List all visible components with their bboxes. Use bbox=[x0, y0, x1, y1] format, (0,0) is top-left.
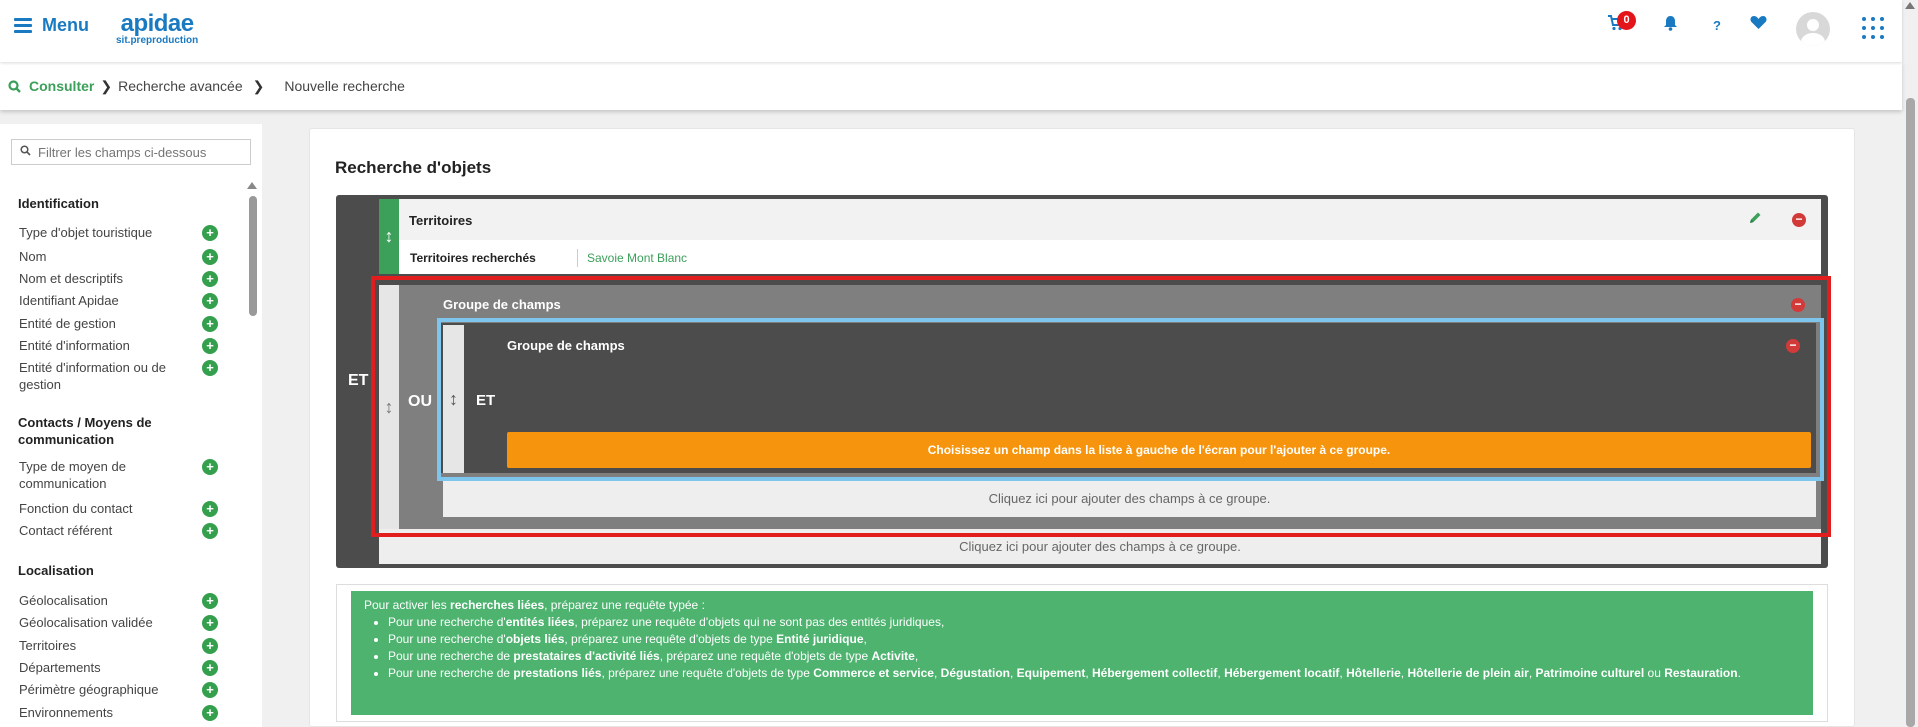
sidebar-item[interactable]: Territoires bbox=[19, 637, 189, 654]
sidebar-item[interactable]: Géolocalisation validée bbox=[19, 614, 189, 631]
page-scrollbar-thumb[interactable] bbox=[1906, 98, 1915, 727]
add-field-plus-icon[interactable]: + bbox=[202, 225, 218, 241]
add-field-plus-icon[interactable]: + bbox=[202, 293, 218, 309]
field-sidebar: Identification Type d'objet touristique + N… bbox=[0, 124, 262, 727]
filter-input[interactable] bbox=[38, 144, 238, 160]
sidebar-item[interactable]: Type de moyen de communication bbox=[19, 458, 189, 492]
scroll-up-arrow[interactable] bbox=[247, 182, 257, 189]
add-field-plus-icon[interactable]: + bbox=[202, 593, 218, 609]
sidebar-section-title: Identification bbox=[18, 196, 99, 211]
sidebar-item[interactable]: Nom bbox=[19, 248, 189, 265]
sidebar-item[interactable]: Entité d'information bbox=[19, 337, 189, 354]
sidebar-item[interactable]: Contact référent bbox=[19, 522, 189, 539]
apps-grid-icon[interactable] bbox=[1862, 17, 1884, 39]
add-field-plus-icon[interactable]: + bbox=[202, 316, 218, 332]
sidebar-item[interactable]: Environnements bbox=[19, 704, 189, 721]
remove-et-group-button[interactable]: − bbox=[1786, 339, 1800, 353]
apidae-logo[interactable]: apidae sit.preproduction bbox=[116, 12, 198, 46]
sidebar-item[interactable]: Fonction du contact bbox=[19, 500, 189, 517]
pencil-icon[interactable] bbox=[1748, 211, 1762, 229]
breadcrumb: Consulter ❯ Recherche avancée ❯ Nouvelle… bbox=[0, 62, 1902, 110]
divider bbox=[577, 249, 578, 267]
add-field-plus-icon[interactable]: + bbox=[202, 638, 218, 654]
drag-handle-icon[interactable]: ↕ bbox=[379, 285, 399, 529]
menu-label: Menu bbox=[42, 15, 89, 35]
root-operator[interactable]: ET bbox=[348, 372, 368, 390]
bell-icon[interactable] bbox=[1663, 15, 1678, 36]
add-field-plus-icon[interactable]: + bbox=[202, 523, 218, 539]
list-item: Pour une recherche d'entités liées, prép… bbox=[388, 614, 1800, 631]
cart-count-badge: 0 bbox=[1617, 11, 1636, 30]
add-fields-button[interactable]: Cliquez ici pour ajouter des champs à ce… bbox=[443, 481, 1816, 517]
search-icon bbox=[8, 79, 21, 93]
add-field-plus-icon[interactable]: + bbox=[202, 501, 218, 517]
page-title: Recherche d'objets bbox=[335, 158, 492, 177]
drag-handle-icon[interactable]: ↕ bbox=[379, 199, 399, 274]
drag-handle-icon[interactable]: ↕ bbox=[443, 325, 464, 473]
sidebar-item[interactable]: Périmètre géographique bbox=[19, 681, 189, 698]
et-group-title: Groupe de champs bbox=[507, 338, 625, 353]
sidebar-item[interactable]: Géolocalisation bbox=[19, 592, 189, 609]
sidebar-item[interactable]: Nom et descriptifs bbox=[19, 270, 189, 287]
info-intro: Pour activer les recherches liées, prépa… bbox=[364, 598, 705, 612]
sidebar-item[interactable]: Entité d'information ou de gestion bbox=[19, 359, 189, 393]
search-icon bbox=[12, 145, 38, 159]
territoires-title: Territoires bbox=[409, 213, 473, 228]
sidebar-item[interactable]: Identifiant Apidae bbox=[19, 292, 189, 309]
ou-operator[interactable]: OU bbox=[408, 393, 432, 411]
menu-button[interactable]: Menu bbox=[14, 15, 89, 36]
remove-ou-group-button[interactable]: − bbox=[1791, 298, 1805, 312]
list-item: Pour une recherche de prestataires d'act… bbox=[388, 648, 1800, 665]
add-field-plus-icon[interactable]: + bbox=[202, 360, 218, 376]
breadcrumb-current: Nouvelle recherche bbox=[284, 78, 405, 94]
add-field-plus-icon[interactable]: + bbox=[202, 660, 218, 676]
sidebar-scrollbar[interactable] bbox=[249, 196, 257, 316]
remove-territoires-button[interactable]: − bbox=[1792, 213, 1806, 227]
list-item: Pour une recherche de prestations liés, … bbox=[388, 665, 1800, 682]
ou-group-title: Groupe de champs bbox=[443, 297, 561, 312]
sidebar-item[interactable]: Départements bbox=[19, 659, 189, 676]
filter-field[interactable] bbox=[11, 139, 251, 165]
add-field-plus-icon[interactable]: + bbox=[202, 249, 218, 265]
territoires-value[interactable]: Savoie Mont Blanc bbox=[587, 251, 687, 265]
add-field-plus-icon[interactable]: + bbox=[202, 338, 218, 354]
sidebar-section-title: Contacts / Moyens de communication bbox=[18, 415, 152, 447]
add-fields-button[interactable]: Cliquez ici pour ajouter des champs à ce… bbox=[379, 529, 1821, 564]
user-avatar[interactable] bbox=[1796, 12, 1830, 46]
logo-sub: sit.preproduction bbox=[116, 35, 199, 46]
choose-field-hint[interactable]: Choisissez un champ dans la liste à gauc… bbox=[507, 432, 1811, 468]
hamburger-icon bbox=[14, 17, 32, 34]
heart-icon[interactable] bbox=[1750, 15, 1767, 35]
breadcrumb-consult[interactable]: Consulter bbox=[29, 78, 94, 94]
scroll-up-arrow[interactable] bbox=[1905, 2, 1915, 9]
add-field-plus-icon[interactable]: + bbox=[202, 615, 218, 631]
help-icon[interactable]: ? bbox=[1713, 18, 1721, 33]
linked-search-info: Pour activer les recherches liées, prépa… bbox=[351, 591, 1813, 715]
add-field-plus-icon[interactable]: + bbox=[202, 459, 218, 475]
territoires-header bbox=[399, 199, 1821, 240]
chevron-right-icon: ❯ bbox=[252, 77, 265, 94]
territoires-label: Territoires recherchés bbox=[410, 251, 536, 265]
list-item: Pour une recherche d'objets liés, prépar… bbox=[388, 631, 1800, 648]
et-operator[interactable]: ET bbox=[476, 392, 495, 409]
add-field-plus-icon[interactable]: + bbox=[202, 705, 218, 721]
chevron-right-icon: ❯ bbox=[100, 77, 113, 94]
sidebar-item[interactable]: Entité de gestion bbox=[19, 315, 189, 332]
add-field-plus-icon[interactable]: + bbox=[202, 271, 218, 287]
top-bar: Menu apidae sit.preproduction 0 ? bbox=[0, 0, 1902, 62]
add-field-plus-icon[interactable]: + bbox=[202, 682, 218, 698]
sidebar-item[interactable]: Type d'objet touristique bbox=[19, 224, 189, 241]
info-list: Pour une recherche d'entités liées, prép… bbox=[364, 614, 1800, 682]
sidebar-section-title: Localisation bbox=[18, 563, 94, 578]
breadcrumb-advanced-search[interactable]: Recherche avancée bbox=[118, 78, 243, 94]
logo-main: apidae bbox=[120, 10, 195, 37]
